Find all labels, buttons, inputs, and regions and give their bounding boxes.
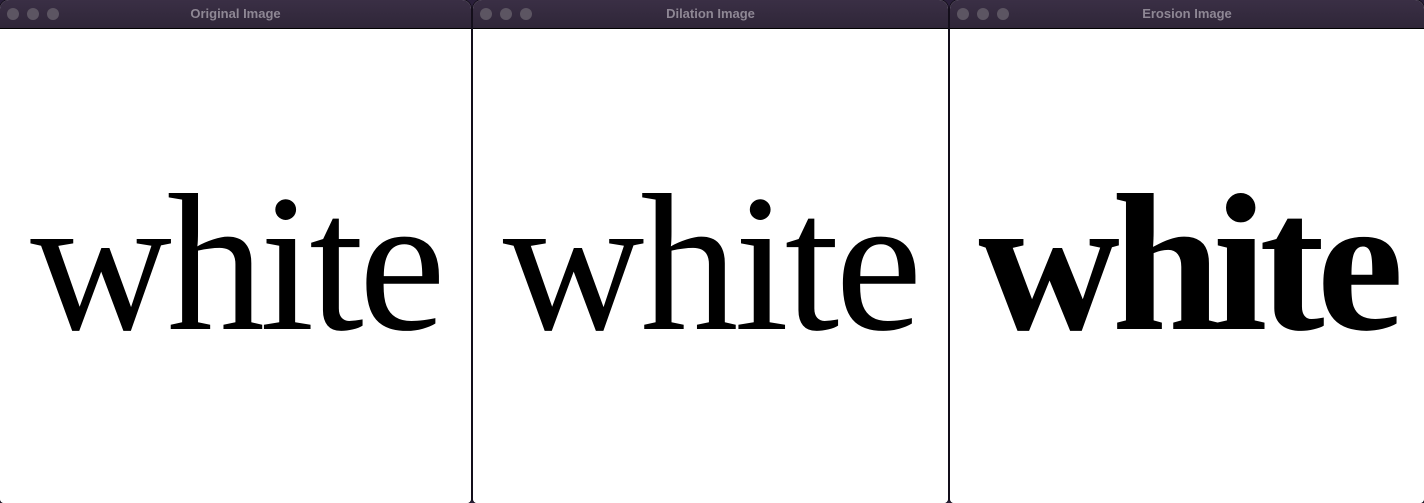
- window-title: Original Image: [190, 6, 281, 21]
- dilation-image-window: Dilation Image white: [473, 0, 948, 503]
- image-canvas: white: [0, 29, 471, 503]
- erosion-image-window: Erosion Image white: [950, 0, 1424, 503]
- title-bar[interactable]: Dilation Image: [473, 0, 948, 29]
- window-title: Erosion Image: [1142, 6, 1232, 21]
- original-image-window: Original Image white: [0, 0, 471, 503]
- image-text-white: white: [502, 155, 922, 372]
- image-text-white: white: [978, 155, 1403, 372]
- title-bar[interactable]: Erosion Image: [950, 0, 1424, 29]
- image-canvas: white: [473, 29, 948, 503]
- image-canvas: white: [950, 29, 1424, 503]
- image-text-white: white: [30, 155, 445, 372]
- window-title: Dilation Image: [666, 6, 755, 21]
- title-bar[interactable]: Original Image: [0, 0, 471, 29]
